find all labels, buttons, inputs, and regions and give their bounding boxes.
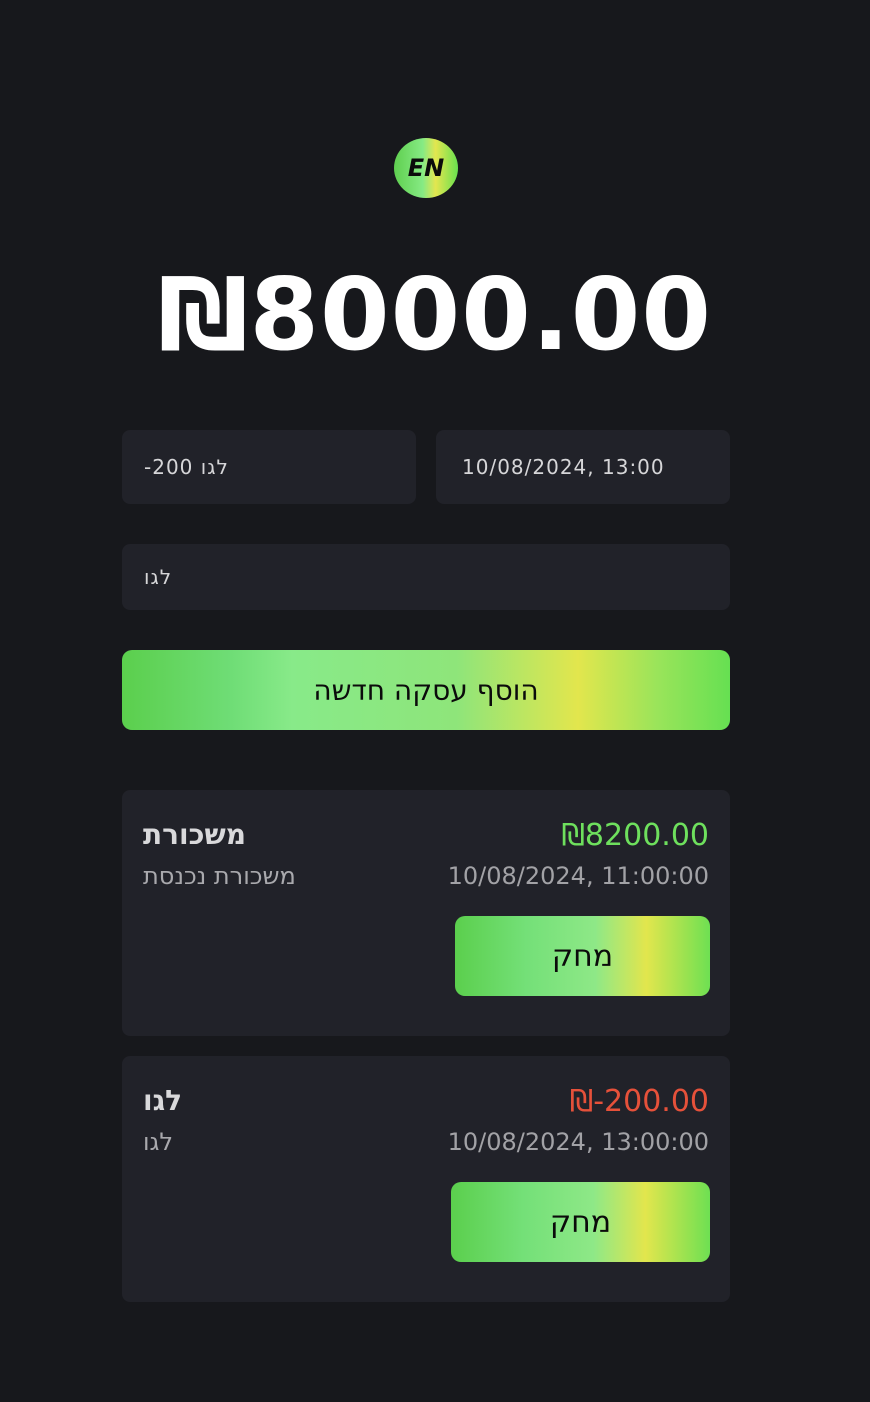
- transaction-amount: ₪8200.00: [561, 818, 709, 853]
- transaction-datetime: 10/08/2024, 11:00:00: [447, 862, 709, 890]
- transaction-amount: ₪-200.00: [569, 1084, 709, 1119]
- transaction-card: משכורת משכורת נכנסת ₪8200.00 10/08/2024,…: [122, 790, 730, 1036]
- delete-button-label: מחק: [551, 938, 614, 974]
- add-transaction-label: הוסף עסקה חדשה: [313, 673, 539, 707]
- delete-transaction-button[interactable]: מחק: [455, 916, 710, 996]
- delete-transaction-button[interactable]: מחק: [451, 1182, 710, 1262]
- balance-total: ₪8000.00: [158, 256, 712, 373]
- transaction-title: משכורת: [143, 818, 246, 851]
- transaction-title: לגו: [143, 1084, 183, 1117]
- amount-input[interactable]: -200 לגו: [122, 430, 416, 504]
- datetime-input-value: 10/08/2024, 13:00: [462, 455, 665, 479]
- datetime-input[interactable]: 10/08/2024, 13:00: [436, 430, 730, 504]
- transaction-datetime: 10/08/2024, 13:00:00: [447, 1128, 709, 1156]
- description-input-value: לגו: [144, 565, 173, 589]
- transaction-description: משכורת נכנסת: [143, 862, 296, 890]
- delete-button-label: מחק: [549, 1204, 612, 1240]
- amount-input-value: -200 לגו: [144, 455, 229, 479]
- language-toggle-label: EN: [407, 154, 445, 182]
- add-transaction-button[interactable]: הוסף עסקה חדשה: [122, 650, 730, 730]
- description-input[interactable]: לגו: [122, 544, 730, 610]
- language-toggle-button[interactable]: EN: [394, 138, 458, 198]
- transaction-card: לגו לגו ₪-200.00 10/08/2024, 13:00:00 מח…: [122, 1056, 730, 1302]
- transaction-description: לגו: [143, 1128, 174, 1156]
- expense-tracker-page: EN ₪8000.00 -200 לגו 10/08/2024, 13:00 ל…: [0, 0, 870, 1402]
